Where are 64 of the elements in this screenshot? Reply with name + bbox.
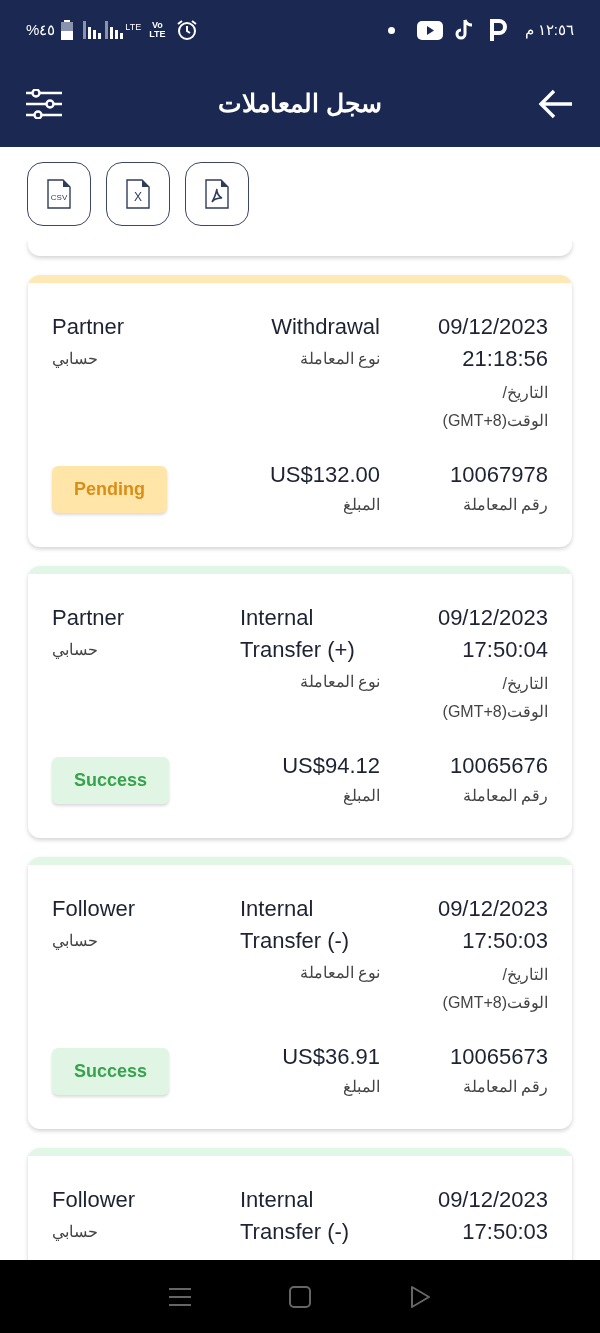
sliders-icon <box>26 88 62 119</box>
transaction-time: 21:18:56 <box>462 345 548 373</box>
date-time-label: التاريخ/ الوقت(GMT+8) <box>441 674 548 723</box>
date-time-label: التاريخ/ الوقت(GMT+8) <box>441 383 548 432</box>
transaction-date: 09/12/2023 <box>437 895 548 923</box>
status-badge: Success <box>52 756 170 804</box>
back-button[interactable] <box>538 88 574 119</box>
alarm-clock-icon <box>175 19 198 41</box>
battery-percent: %٤٥ <box>26 19 56 40</box>
export-excel-button[interactable]: X <box>106 161 170 226</box>
transaction-type: Internal Transfer (-) <box>240 895 351 955</box>
amount-label: المبلغ <box>343 495 380 516</box>
home-square-icon[interactable] <box>289 1285 311 1308</box>
date-time-label: التاريخ/ الوقت(GMT+8) <box>441 965 548 1014</box>
transaction-type: Withdrawal <box>271 313 380 341</box>
page-title: سجل المعاملات <box>218 87 382 119</box>
account-name: Partner <box>52 313 125 341</box>
transaction-amount: US$36.91 <box>282 1043 380 1071</box>
csv-file-icon: CSV <box>47 178 71 209</box>
account-name: Partner <box>52 604 125 632</box>
letter-p-icon <box>488 19 507 41</box>
back-triangle-icon[interactable] <box>409 1284 431 1309</box>
signal-icon <box>83 21 124 39</box>
video-play-icon <box>416 20 443 40</box>
transaction-number: 10067978 <box>450 461 548 489</box>
amount-label: المبلغ <box>343 786 380 807</box>
transaction-number-label: رقم المعاملة <box>462 1077 548 1098</box>
spreadsheet-file-icon: X <box>126 178 150 209</box>
transaction-type-label: نوع المعاملة <box>299 349 380 370</box>
transaction-type: Internal Transfer (-) <box>240 1186 351 1246</box>
status-badge: Pending <box>52 465 167 513</box>
lte-label: LTE <box>125 22 142 32</box>
transaction-amount: US$94.12 <box>282 752 380 780</box>
transaction-number-label: رقم المعاملة <box>462 786 548 807</box>
transaction-amount: US$132.00 <box>269 461 380 489</box>
transaction-time: 17:50:03 <box>462 927 548 955</box>
back-arrow-icon <box>538 88 574 119</box>
status-badge: Success <box>52 1047 170 1095</box>
transaction-number-label: رقم المعاملة <box>462 495 548 516</box>
account-name: Follower <box>52 895 136 923</box>
transaction-number: 10065673 <box>450 1043 548 1071</box>
volte-icon: Vo LTE <box>149 21 166 39</box>
export-pdf-button[interactable] <box>185 161 249 226</box>
menu-icon[interactable] <box>169 1286 191 1307</box>
export-csv-button[interactable]: CSV <box>27 161 91 226</box>
battery-icon <box>61 20 74 40</box>
transaction-date: 09/12/2023 <box>437 604 548 632</box>
transaction-type: Internal Transfer (+) <box>240 604 356 664</box>
account-label: حسابي <box>52 640 98 661</box>
transaction-date: 09/12/2023 <box>437 313 548 341</box>
filter-settings-button[interactable] <box>26 88 62 119</box>
account-label: حسابي <box>52 1222 98 1243</box>
transaction-type-label: نوع المعاملة <box>299 963 380 984</box>
amount-label: المبلغ <box>343 1077 380 1098</box>
account-label: حسابي <box>52 931 98 952</box>
account-name: Follower <box>52 1186 136 1214</box>
transaction-type-label: نوع المعاملة <box>299 672 380 693</box>
transaction-date: 09/12/2023 <box>437 1186 548 1214</box>
transaction-number: 10065676 <box>450 752 548 780</box>
transaction-time: 17:50:04 <box>462 636 548 664</box>
pdf-file-icon <box>205 178 229 209</box>
account-label: حسابي <box>52 349 98 370</box>
clock-time: ١٢:٥٦ م <box>524 19 574 41</box>
transaction-time: 17:50:03 <box>462 1218 548 1246</box>
